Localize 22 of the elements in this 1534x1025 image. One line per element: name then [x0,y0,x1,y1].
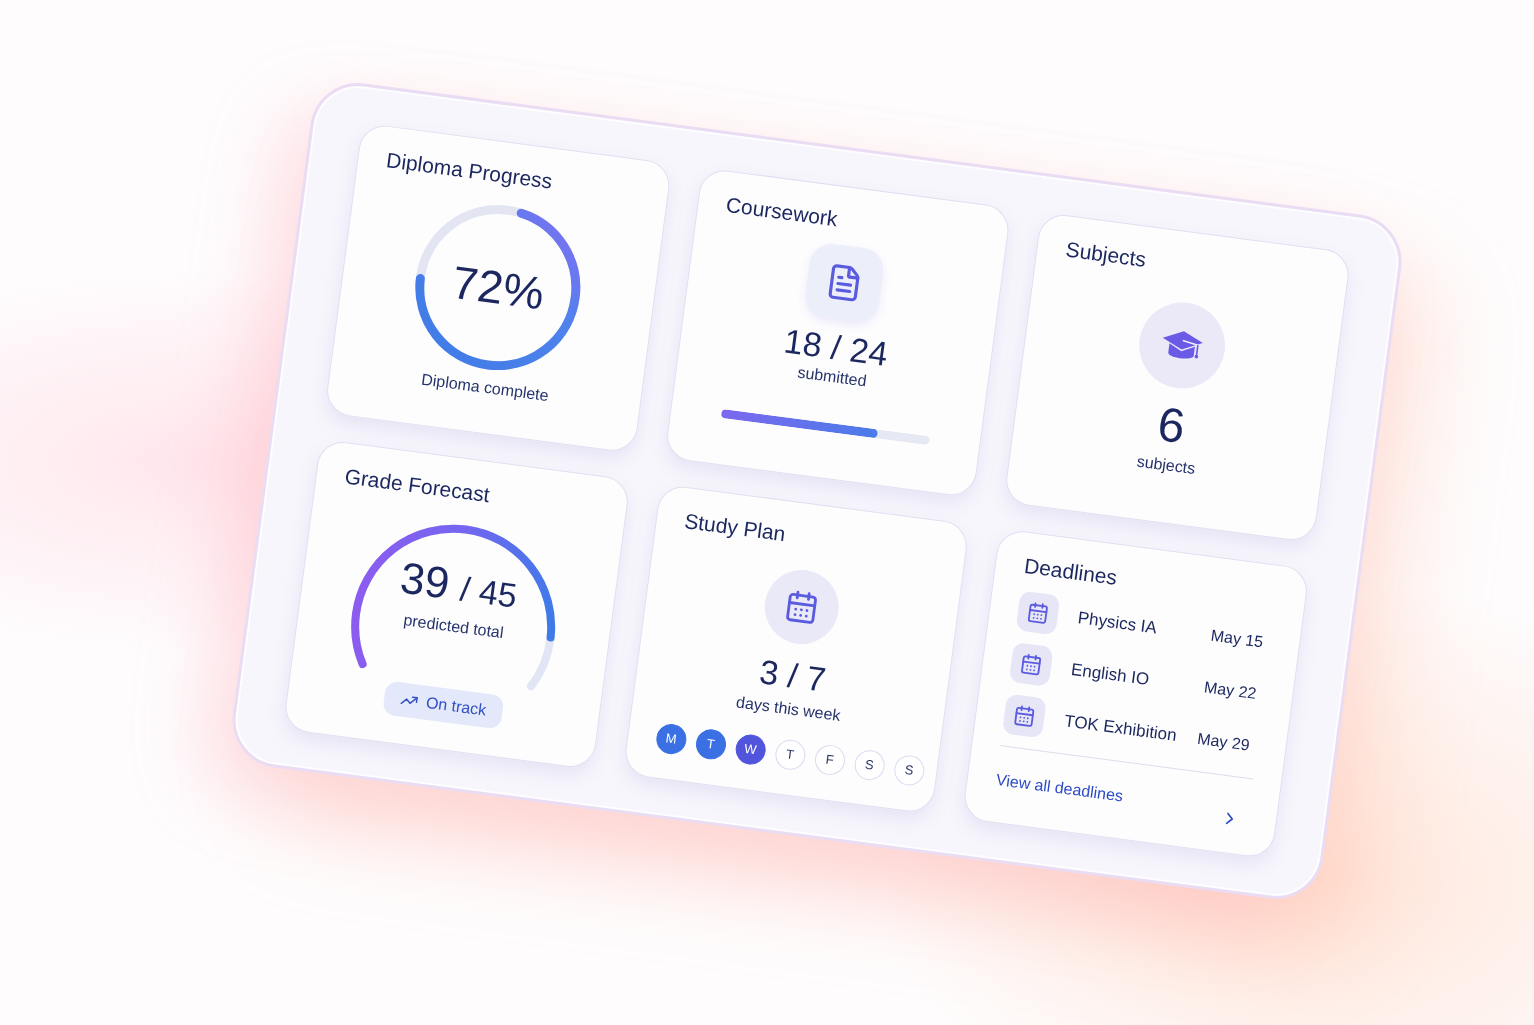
stat-caption: Diploma complete [420,369,550,406]
stat-value: 6 [1154,397,1188,453]
card-title: Study Plan [682,507,787,547]
percent-value: 72% [449,255,548,319]
status-label: On track [424,692,488,721]
deadline-date: May 22 [1202,676,1258,704]
view-all-link[interactable]: View all deadlines [994,769,1125,806]
deadline-date: May 15 [1209,625,1265,652]
deadline-name: TOK Exhibition [1062,710,1179,747]
stat-value: 39 [397,553,453,608]
stat-caption: subjects [1135,451,1197,479]
card-title: Coursework [724,191,840,232]
card-title: Diploma Progress [384,146,554,195]
deadline-name: Physics IA [1076,607,1159,640]
deadline-date: May 29 [1195,728,1251,756]
card-title: Deadlines [1022,552,1119,591]
stat-caption: submitted [796,363,868,391]
card-title: Grade Forecast [343,462,492,508]
card-title: Subjects [1064,236,1148,273]
calendar-icon [1009,641,1054,687]
deadline-name: English IO [1069,658,1151,691]
day-indicator: T [773,737,807,772]
